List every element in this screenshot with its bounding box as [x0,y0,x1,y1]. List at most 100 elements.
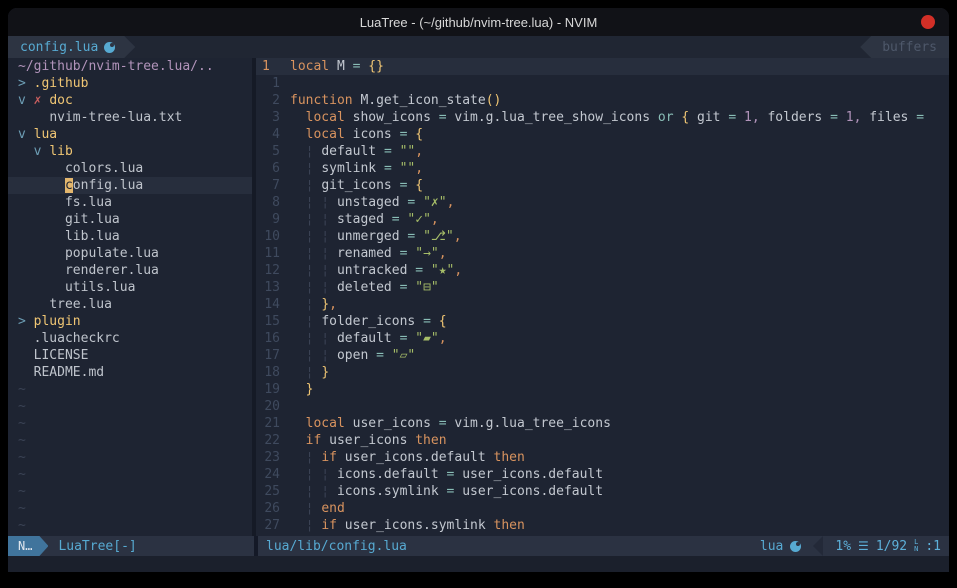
chevron-down-icon[interactable]: v [18,127,34,142]
code-line[interactable]: 12 ¦ ¦ untracked = "★", [256,262,949,279]
code-text: ¦ end [290,500,345,517]
code-text: ¦ ¦ open = "▱" [290,347,415,364]
tree-item--github-nvim-tree-lua-[interactable]: ~/github/nvim-tree.lua/.. [8,58,252,75]
empty-line-tilde: ~ [8,415,252,432]
tree-item-label: lib [49,144,72,159]
mode-badge: N… [8,536,48,556]
buffers-label: buffers [882,40,937,55]
code-line[interactable]: 13 ¦ ¦ deleted = "⊟" [256,279,949,296]
code-line[interactable]: 27 ¦ if user_icons.symlink then [256,517,949,534]
command-line[interactable] [8,556,949,572]
cursor-stats: 1% ☰ 1/92 L N :1 [835,539,941,554]
code-line[interactable]: 8 ¦ ¦ unstaged = "✗", [256,194,949,211]
code-line[interactable]: 4 local icons = { [256,126,949,143]
file-path: lua/lib/config.lua [266,539,407,554]
code-text: ¦ ¦ icons.default = user_icons.default [290,466,603,483]
tree-item-lib-lua[interactable]: lib.lua [8,228,252,245]
code-line[interactable]: 21 local user_icons = vim.g.lua_tree_ico… [256,415,949,432]
code-text: ¦ if user_icons.default then [290,449,525,466]
code-line[interactable]: 25 ¦ ¦ icons.symlink = user_icons.defaul… [256,483,949,500]
tree-item-plugin[interactable]: > plugin [8,313,252,330]
code-line[interactable]: 7 ¦ git_icons = { [256,177,949,194]
code-text: local show_icons = vim.g.lua_tree_show_i… [290,109,932,126]
code-line[interactable]: 24 ¦ ¦ icons.default = user_icons.defaul… [256,466,949,483]
statusline-tree-segment: N… LuaTree[-] [8,536,254,556]
line-number: 13 [256,279,290,296]
code-line[interactable]: 10 ¦ ¦ unmerged = "⎇", [256,228,949,245]
code-text: } [290,381,313,398]
close-button-icon[interactable] [921,15,935,29]
code-line[interactable]: 6 ¦ symlink = "", [256,160,949,177]
tree-item-populate-lua[interactable]: populate.lua [8,245,252,262]
code-text: ¦ if user_icons.symlink then [290,517,525,534]
code-line[interactable]: 15 ¦ folder_icons = { [256,313,949,330]
code-line[interactable]: 3 local show_icons = vim.g.lua_tree_show… [256,109,949,126]
line-number: 5 [256,143,290,160]
empty-line-tilde: ~ [8,381,252,398]
tree-item-config-lua[interactable]: config.lua [8,177,252,194]
tree-item-tree-lua[interactable]: tree.lua [8,296,252,313]
code-text: ¦ ¦ deleted = "⊟" [290,279,439,296]
code-line[interactable]: 23 ¦ if user_icons.default then [256,449,949,466]
tree-item-colors-lua[interactable]: colors.lua [8,160,252,177]
tabline-spacer [135,36,860,58]
code-text: ¦ ¦ unmerged = "⎇", [290,228,462,245]
code-text: ¦ ¦ icons.symlink = user_icons.default [290,483,603,500]
line-number: 20 [256,398,290,415]
code-line[interactable]: 1local M = {} [256,58,949,75]
line-number: 1 [256,75,290,92]
tree-item-license[interactable]: LICENSE [8,347,252,364]
code-text: ¦ ¦ staged = "✓", [290,211,439,228]
code-line[interactable]: 17 ¦ ¦ open = "▱" [256,347,949,364]
git-dirty-icon: ✗ [34,93,50,108]
chevron-right-icon[interactable]: > [18,76,34,91]
code-line[interactable]: 20 [256,398,949,415]
tree-item-label: .luacheckrc [34,331,120,346]
tree-item-git-lua[interactable]: git.lua [8,211,252,228]
filetype-indicator: lua [760,539,801,554]
chevron-down-icon[interactable]: v [34,144,50,159]
code-line[interactable]: 19 } [256,381,949,398]
tab-buffers[interactable]: buffers [860,36,949,58]
tree-item-doc[interactable]: v ✗ doc [8,92,252,109]
code-line[interactable]: 2function M.get_icon_state() [256,92,949,109]
buffer-name: LuaTree[-] [58,539,136,554]
line-number: 9 [256,211,290,228]
chevron-down-icon[interactable]: v [18,93,34,108]
tree-item-label: README.md [34,365,104,380]
code-line[interactable]: 9 ¦ ¦ staged = "✓", [256,211,949,228]
tree-item-label: doc [49,93,72,108]
code-line[interactable]: 5 ¦ default = "", [256,143,949,160]
tree-item-readme-md[interactable]: README.md [8,364,252,381]
tree-item-label: populate.lua [65,246,159,261]
code-line[interactable]: 18 ¦ } [256,364,949,381]
tree-item-fs-lua[interactable]: fs.lua [8,194,252,211]
empty-line-tilde: ~ [8,449,252,466]
code-line[interactable]: 1 [256,75,949,92]
tree-item-lib[interactable]: v lib [8,143,252,160]
tab-config-lua[interactable]: config.lua [8,36,135,58]
code-line[interactable]: 16 ¦ ¦ default = "▰", [256,330,949,347]
code-line[interactable]: 26 ¦ end [256,500,949,517]
window-title: LuaTree - (~/github/nvim-tree.lua) - NVI… [360,15,598,30]
tree-item--luacheckrc[interactable]: .luacheckrc [8,330,252,347]
code-line[interactable]: 11 ¦ ¦ renamed = "→", [256,245,949,262]
code-line[interactable]: 14 ¦ }, [256,296,949,313]
chevron-right-icon[interactable]: > [18,314,34,329]
code-line[interactable]: 22 if user_icons then [256,432,949,449]
tree-item-lua[interactable]: v lua [8,126,252,143]
lua-icon [790,541,801,552]
status-line: N… LuaTree[-] lua/lib/config.lua lua 1% … [8,536,949,556]
line-number: 7 [256,177,290,194]
tree-item-renderer-lua[interactable]: renderer.lua [8,262,252,279]
tree-item-label: nvim-tree-lua.txt [49,110,182,125]
code-text: ¦ ¦ default = "▰", [290,330,447,347]
tree-item--github[interactable]: > .github [8,75,252,92]
chevron-left-icon [813,536,823,556]
code-text: local user_icons = vim.g.lua_tree_icons [290,415,611,432]
lua-icon [104,42,115,53]
tree-item-nvim-tree-lua-txt[interactable]: nvim-tree-lua.txt [8,109,252,126]
line-number: 19 [256,381,290,398]
tree-item-utils-lua[interactable]: utils.lua [8,279,252,296]
line-number: 24 [256,466,290,483]
